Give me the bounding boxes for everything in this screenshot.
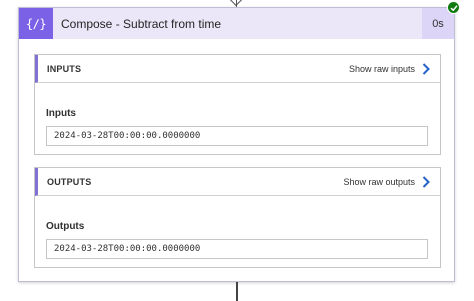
flow-connector-bottom	[236, 282, 238, 301]
inputs-field-label: Inputs	[46, 108, 76, 119]
checkmark-icon	[449, 4, 458, 11]
inputs-panel-header: INPUTS Show raw inputs	[35, 55, 440, 83]
show-raw-outputs-label: Show raw outputs	[343, 176, 415, 187]
action-card: {∕} Compose - Subtract from time 0s INPU…	[18, 7, 455, 282]
inputs-panel: INPUTS Show raw inputs Inputs 2024-03-28…	[34, 54, 441, 155]
chevron-right-icon	[422, 62, 430, 75]
show-raw-outputs-link[interactable]: Show raw outputs	[343, 175, 430, 188]
action-title: Compose - Subtract from time	[61, 16, 222, 31]
show-raw-inputs-link[interactable]: Show raw inputs	[348, 62, 430, 75]
flow-connector-arrow	[228, 0, 244, 7]
outputs-value-field[interactable]: 2024-03-28T00:00:00.0000000	[46, 239, 428, 259]
outputs-field-label: Outputs	[46, 221, 85, 232]
inputs-title: INPUTS	[47, 63, 82, 74]
outputs-panel-header: OUTPUTS Show raw outputs	[35, 168, 440, 196]
show-raw-inputs-label: Show raw inputs	[348, 63, 415, 74]
action-card-header[interactable]: {∕} Compose - Subtract from time 0s	[19, 8, 454, 39]
chevron-right-icon	[422, 175, 430, 188]
inputs-value-field[interactable]: 2024-03-28T00:00:00.0000000	[46, 126, 428, 146]
success-check-icon	[447, 1, 460, 14]
outputs-panel: OUTPUTS Show raw outputs Outputs 2024-03…	[34, 167, 441, 268]
outputs-title: OUTPUTS	[47, 176, 92, 187]
compose-icon: {∕}	[19, 8, 53, 39]
